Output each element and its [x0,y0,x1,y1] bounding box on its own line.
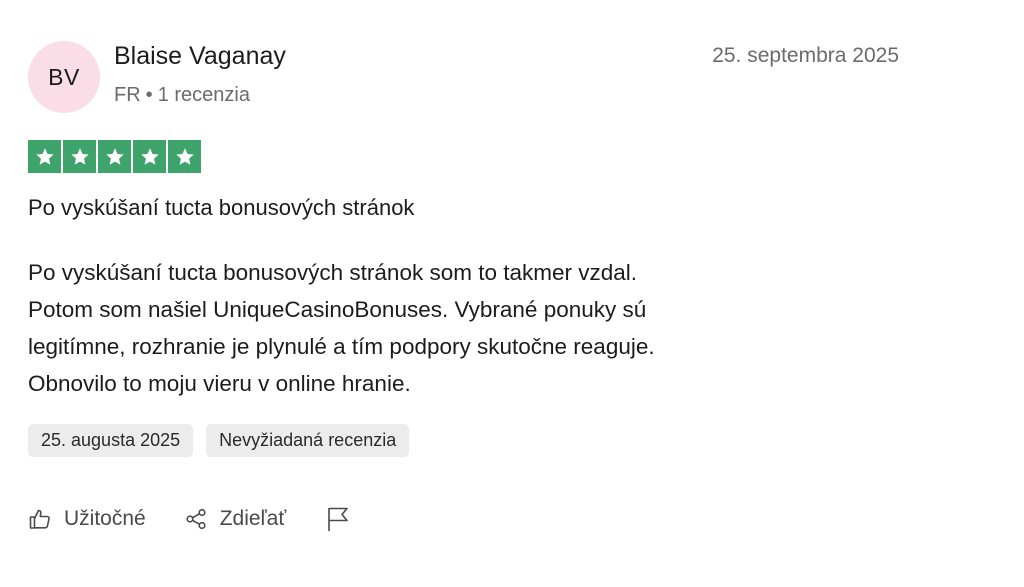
review-body-line: Potom som našiel UniqueCasinoBonuses. Vy… [28,297,647,322]
meta-separator: • [145,84,153,106]
share-button[interactable]: Zdieľať [184,507,287,531]
review-tags: 25. augusta 2025 Nevyžiadaná recenzia [28,424,410,457]
star-icon [28,140,61,173]
unsolicited-review-badge[interactable]: Nevyžiadaná recenzia [206,424,410,457]
review-actions: Užitočné Zdieľať [28,506,350,532]
star-icon [63,140,96,173]
star-icon [133,140,166,173]
review-body-line: Obnovilo to moju vieru v online hranie. [28,371,411,396]
review-posted-date: 25. septembra 2025 [712,44,899,67]
flag-icon [326,506,350,532]
star-icon [168,140,201,173]
star-rating [28,140,201,173]
experience-date-badge: 25. augusta 2025 [28,424,194,457]
thumbs-up-icon [28,507,52,531]
reviewer-meta: FR • 1 recenzia [114,84,250,107]
avatar[interactable]: BV [28,41,100,113]
share-icon [184,507,208,531]
reviewer-name[interactable]: Blaise Vaganay [114,42,286,71]
star-icon [98,140,131,173]
share-label: Zdieľať [219,507,287,530]
helpful-button[interactable]: Užitočné [28,507,146,531]
reviewer-country: FR [114,84,141,106]
review-card: BV Blaise Vaganay FR • 1 recenzia 25. sept… [0,0,1024,587]
reviewer-review-count: 1 recenzia [157,84,250,106]
helpful-label: Užitočné [64,507,146,530]
review-body-line: Po vyskúšaní tucta bonusových stránok so… [28,260,638,285]
review-body: Po vyskúšaní tucta bonusových stránok so… [28,254,888,402]
report-button[interactable] [326,506,350,532]
review-title[interactable]: Po vyskúšaní tucta bonusových stránok [28,195,414,221]
review-body-line: legitímne, rozhranie je plynulé a tím po… [28,334,655,359]
avatar-initials: BV [48,63,80,90]
